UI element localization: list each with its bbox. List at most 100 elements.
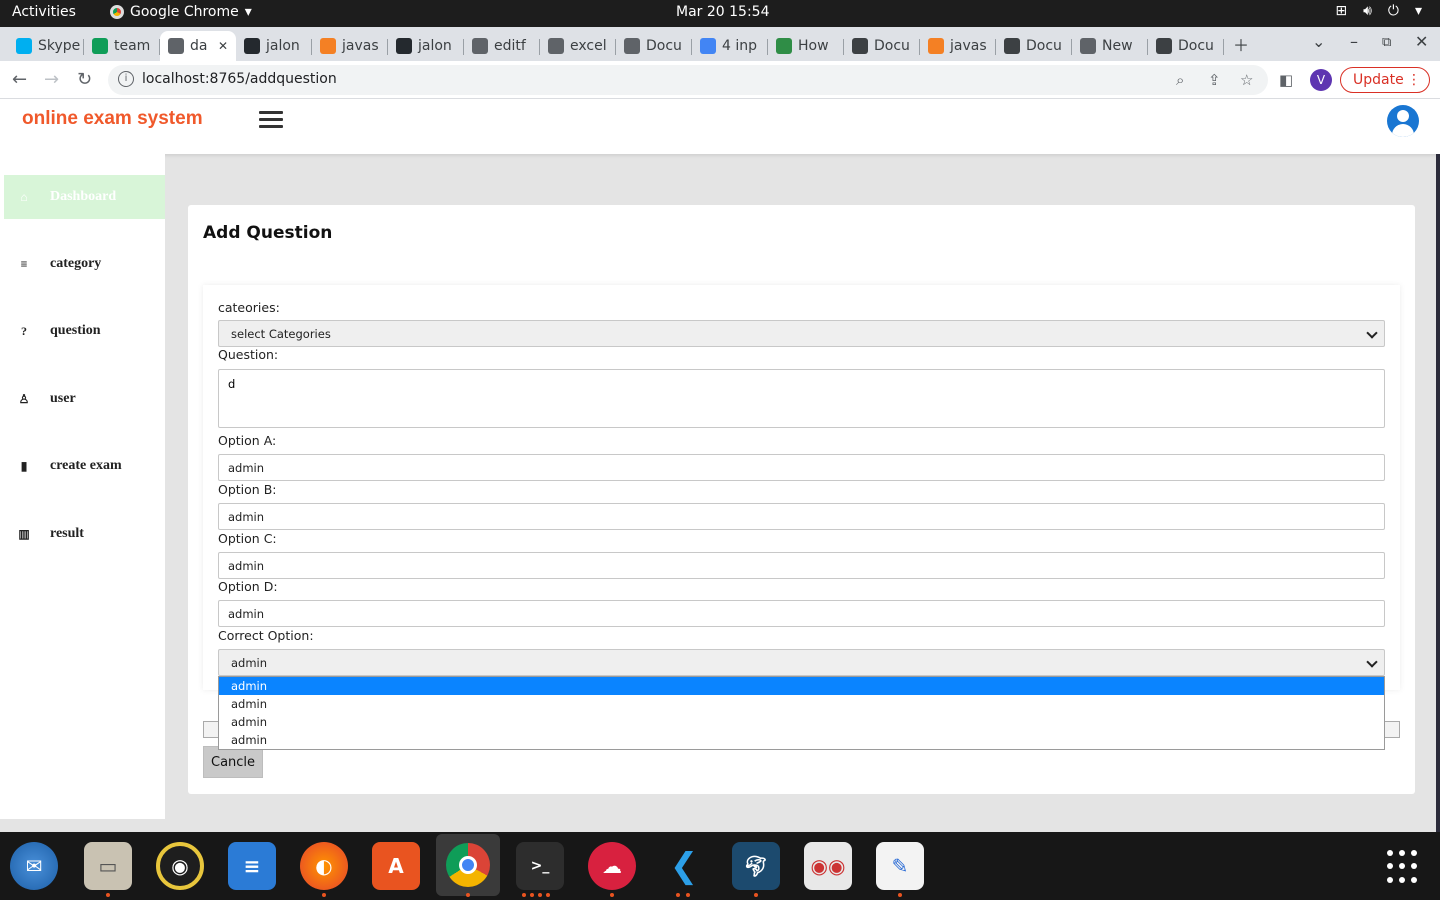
browser-tab[interactable]: editf [464, 31, 540, 61]
power-icon: ⏻ [1387, 3, 1399, 19]
thunderbird-icon[interactable]: ✉ [10, 842, 58, 890]
categories-label: cateories: [218, 300, 280, 315]
brand-title[interactable]: online exam system [22, 108, 203, 130]
back-arrow-icon[interactable]: ← [12, 69, 27, 90]
zoom-icon[interactable]: ⌕ [1176, 71, 1184, 89]
sidebar-item-dashboard[interactable]: ⌂ Dashboard [4, 175, 165, 219]
clipboard-icon: ▮ [20, 458, 28, 473]
firefox-icon[interactable]: ◐ [300, 842, 348, 890]
activities-button[interactable]: Activities [12, 4, 76, 20]
browser-tab[interactable]: team [84, 31, 160, 61]
running-indicator [546, 893, 550, 897]
sidebar-item-category[interactable]: ≡ category [4, 242, 165, 286]
software-center-icon[interactable]: A [372, 842, 420, 890]
google-icon [700, 38, 716, 54]
user-avatar-icon[interactable] [1387, 105, 1419, 137]
mysql-workbench-icon[interactable]: 🐬︎ [732, 842, 780, 890]
docs-icon [852, 38, 868, 54]
cancel-button[interactable]: Cancle [203, 746, 263, 778]
close-tab-icon[interactable]: ✕ [218, 39, 228, 53]
forward-arrow-icon[interactable]: → [44, 69, 59, 90]
browser-tab[interactable]: Docu [1148, 31, 1224, 61]
reload-icon[interactable]: ↻ [77, 69, 92, 90]
correct-option-dropdown-list[interactable]: admin admin admin admin [218, 676, 1385, 750]
tab-label: Docu [1026, 38, 1062, 54]
question-label: Question: [218, 347, 279, 362]
vscode-icon[interactable]: ❮ [660, 842, 708, 890]
sidebar-item-label: result [50, 526, 84, 541]
network-icon: ⊞ [1335, 3, 1348, 19]
correct-option-select[interactable]: admin [218, 649, 1385, 676]
question-textarea[interactable]: d [218, 369, 1385, 428]
dropdown-option[interactable]: admin [219, 677, 1384, 695]
system-top-bar: Activities Google Chrome ▾ Mar 20 15:54 … [0, 0, 1440, 27]
hamburger-menu-icon[interactable] [259, 111, 283, 129]
scrollbar[interactable] [1436, 154, 1440, 832]
minimize-button[interactable]: – [1350, 32, 1358, 51]
close-window-button[interactable]: ✕ [1415, 32, 1428, 51]
running-indicator [754, 893, 758, 897]
option-b-label: Option B: [218, 482, 277, 497]
sidebar-item-question[interactable]: ? question [4, 309, 165, 353]
browser-tab[interactable]: javas [920, 31, 996, 61]
browser-tab[interactable]: jalon [388, 31, 464, 61]
terminal-icon[interactable]: >_ [516, 842, 564, 890]
browser-tab[interactable]: jalon [236, 31, 312, 61]
globe-icon [624, 38, 640, 54]
restore-button[interactable]: ⧉ [1382, 35, 1391, 50]
profile-avatar[interactable]: V [1310, 69, 1332, 91]
browser-tab[interactable]: excel [540, 31, 616, 61]
update-button[interactable]: Update ⋮ [1340, 67, 1430, 93]
browser-tab[interactable]: Docu [996, 31, 1072, 61]
list-icon: ≡ [20, 256, 28, 271]
app-menu[interactable]: Google Chrome ▾ [110, 4, 252, 20]
chrome-dock-icon[interactable] [436, 834, 500, 896]
running-indicator [106, 893, 110, 897]
url-text[interactable]: localhost:8765/addquestion [142, 71, 337, 87]
chat-app-icon[interactable]: ☁ [588, 842, 636, 890]
libreoffice-writer-icon[interactable]: ≡ [228, 842, 276, 890]
option-c-input[interactable]: admin [218, 552, 1385, 579]
show-applications-icon[interactable] [1387, 850, 1421, 884]
text-editor-icon[interactable]: ✎ [876, 842, 924, 890]
files-icon[interactable]: ▭ [84, 842, 132, 890]
system-tray[interactable]: ⊞ 🔊︎ ⏻ ▾ [1335, 3, 1422, 19]
tab-search-icon[interactable]: ⌄ [1312, 32, 1325, 51]
browser-tab[interactable]: Docu [616, 31, 692, 61]
sidebar-item-result[interactable]: ▥ result [4, 512, 165, 556]
browser-tab[interactable]: 4 inp [692, 31, 768, 61]
dropdown-option[interactable]: admin [219, 695, 1384, 713]
rhythmbox-icon[interactable]: ◉ [156, 842, 204, 890]
tab-label: Docu [874, 38, 910, 54]
dropdown-option[interactable]: admin [219, 731, 1384, 749]
browser-tab[interactable]: da ✕ [160, 31, 236, 61]
address-bar[interactable]: i localhost:8765/addquestion ⌕ ⇪ ☆ [108, 65, 1268, 95]
categories-select[interactable]: select Categories [218, 320, 1385, 347]
clock[interactable]: Mar 20 15:54 [676, 4, 769, 20]
option-b-input[interactable]: admin [218, 503, 1385, 530]
browser-tab[interactable]: Docu [844, 31, 920, 61]
document-viewer-icon[interactable]: ◉◉ [804, 842, 852, 890]
browser-tab[interactable]: Skype [8, 31, 84, 61]
globe-icon [548, 38, 564, 54]
side-panel-icon[interactable]: ◧ [1279, 71, 1293, 89]
browser-tab[interactable]: javas [312, 31, 388, 61]
chevron-down-icon: ▾ [244, 4, 252, 20]
sidebar-item-user[interactable]: ♙ user [4, 377, 165, 421]
browser-tab[interactable]: How [768, 31, 844, 61]
info-icon[interactable]: i [118, 71, 134, 87]
tab-label: 4 inp [722, 38, 758, 54]
sidebar-item-label: create exam [50, 458, 122, 473]
sidebar-item-create-exam[interactable]: ▮ create exam [4, 444, 165, 488]
browser-tab[interactable]: New [1072, 31, 1148, 61]
new-tab-button[interactable]: ＋ [1233, 32, 1249, 56]
bookmark-star-icon[interactable]: ☆ [1240, 71, 1253, 89]
tab-label: team [114, 38, 151, 54]
tab-separator [1223, 39, 1224, 55]
dropdown-option[interactable]: admin [219, 713, 1384, 731]
option-a-label: Option A: [218, 433, 277, 448]
option-a-input[interactable]: admin [218, 454, 1385, 481]
running-indicator [676, 893, 680, 897]
option-d-input[interactable]: admin [218, 600, 1385, 627]
share-icon[interactable]: ⇪ [1208, 71, 1221, 89]
